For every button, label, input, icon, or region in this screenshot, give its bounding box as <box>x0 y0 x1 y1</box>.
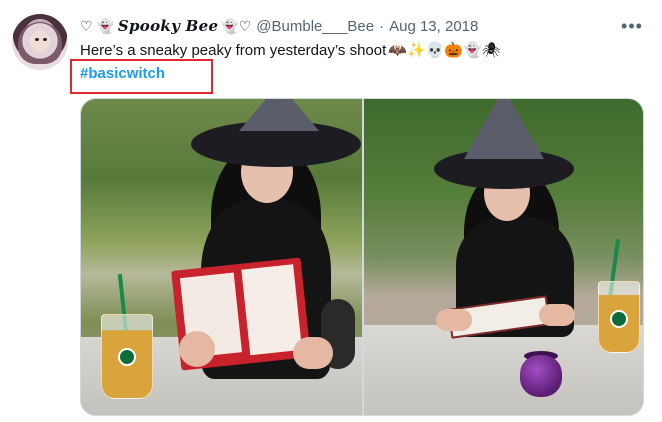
photo-left-hand-right <box>293 337 333 369</box>
tweet-emojis: 🦇✨💀🎃👻🕷 <box>388 42 501 59</box>
cup-logo-icon <box>610 310 628 328</box>
tweet: ♡ 👻 Spooky Bee 👻♡ @Bumble___Bee · Aug 13… <box>0 0 662 422</box>
photo-right-hand-left <box>436 309 472 331</box>
photo-left[interactable] <box>81 99 362 415</box>
cup-logo-icon <box>118 348 136 367</box>
more-icon: ••• <box>621 15 643 36</box>
photo-left-hat-cone <box>239 99 319 131</box>
avatar-face <box>31 30 49 52</box>
tweet-media[interactable] <box>80 98 644 416</box>
tweet-body: Here’s a sneaky peaky from yesterday’s s… <box>80 42 387 59</box>
name-suffix-glyphs: 👻♡ <box>221 17 252 34</box>
avatar-eye-right <box>43 38 47 41</box>
tweet-text: Here’s a sneaky peaky from yesterday’s s… <box>80 41 501 59</box>
name-prefix-glyphs: ♡ 👻 <box>80 17 114 34</box>
tweet-date[interactable]: Aug 13, 2018 <box>389 18 478 35</box>
photo-left-book-cover <box>241 264 303 356</box>
tweet-header: ♡ 👻 Spooky Bee 👻♡ @Bumble___Bee · Aug 13… <box>80 15 478 37</box>
photo-right-cup <box>598 281 640 353</box>
author-display-name[interactable]: Spooky Bee <box>118 17 218 35</box>
photo-right-candle <box>520 355 562 397</box>
hashtag-link[interactable]: #basicwitch <box>80 65 165 82</box>
photo-left-hand <box>179 331 215 367</box>
photo-right-hand-right <box>539 304 575 326</box>
avatar[interactable] <box>12 14 68 70</box>
photo-right[interactable] <box>364 99 643 415</box>
avatar-eye-left <box>35 38 39 41</box>
more-options-button[interactable]: ••• <box>620 14 644 38</box>
author-handle[interactable]: @Bumble___Bee <box>256 18 374 35</box>
photo-left-cup <box>101 314 153 399</box>
photo-right-hat-cone <box>464 99 544 159</box>
header-separator: · <box>379 17 385 35</box>
